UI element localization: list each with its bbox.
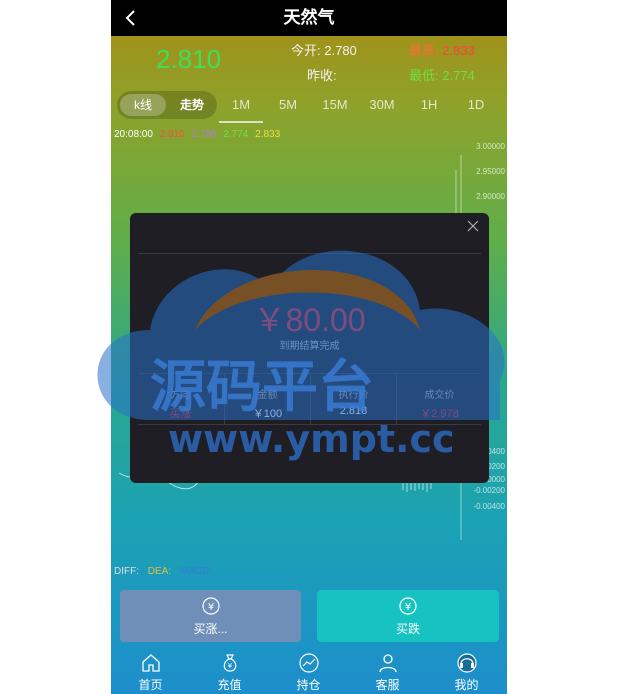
buy-down-label: 买跌 xyxy=(395,622,420,636)
active-tab-indicator xyxy=(219,121,263,123)
direction-value: 买涨 xyxy=(169,408,192,420)
close-icon[interactable] xyxy=(466,219,480,233)
app-screen: 天然气 2.810 今开: 2.780 最高: 2.833 昨收: 最低: 2.… xyxy=(111,0,507,694)
open-value: 2.780 xyxy=(324,43,357,58)
prevclose-label: 昨收: xyxy=(307,68,337,83)
nav-mine-label: 我的 xyxy=(454,678,479,692)
period-tab-1d[interactable]: 1D xyxy=(454,91,498,119)
amount-value: ￥100 xyxy=(252,408,283,420)
direction-cell: 方向 买涨 xyxy=(138,374,223,424)
chart-tabs: k线 走势 1M 5M 15M 30M 1H 1D xyxy=(111,91,507,119)
info-value-3: 2.774 xyxy=(223,129,249,140)
headset-icon xyxy=(456,653,477,673)
strike-price-header: 执行价 xyxy=(338,390,369,401)
info-value-1: 2.810 xyxy=(159,129,185,140)
info-value-2: 2.780 xyxy=(191,129,217,140)
deal-price-cell: 成交价 ￥2.978 xyxy=(396,374,482,424)
divider xyxy=(138,253,481,254)
y-tick: -0.00400 xyxy=(473,502,505,511)
user-icon xyxy=(378,654,397,673)
kline-tab[interactable]: k线 xyxy=(120,94,166,116)
info-value-4: 2.833 xyxy=(255,129,281,140)
nav-recharge-label: 充值 xyxy=(217,678,242,692)
open-label: 今开: xyxy=(291,43,321,58)
amount-cell: 金额 ￥100 xyxy=(224,374,310,424)
money-bag-icon: ¥ xyxy=(223,654,236,672)
high-label: 最高: xyxy=(409,43,439,58)
settlement-status: 到期结算完成 xyxy=(279,341,340,352)
low-price: 最低: 2.774 xyxy=(409,65,475,84)
y-tick: 3.00000 xyxy=(476,142,505,151)
page-title: 天然气 xyxy=(283,8,335,27)
top-bar: 天然气 xyxy=(111,0,507,36)
low-label: 最低: xyxy=(409,68,439,83)
direction-header: 方向 xyxy=(170,390,191,401)
settlement-amount: ￥80.00 xyxy=(253,302,366,338)
chart-trend-icon xyxy=(298,653,319,673)
nav-recharge[interactable]: ¥ 充值 xyxy=(190,648,269,694)
period-tab-1h[interactable]: 1H xyxy=(407,91,451,119)
svg-text:¥: ¥ xyxy=(405,602,411,613)
deal-price-header: 成交价 xyxy=(424,390,455,401)
y-tick: 2.90000 xyxy=(476,192,505,201)
buy-up-button[interactable]: ¥ 买涨... xyxy=(120,590,301,642)
info-time: 20:08:00 xyxy=(114,129,153,140)
ohlc-info-line: 20:08:00 2.810 2.780 2.774 2.833 xyxy=(114,129,284,140)
open-price: 今开: 2.780 xyxy=(291,40,357,59)
trend-tab[interactable]: 走势 xyxy=(169,94,215,116)
period-tab-5m[interactable]: 5M xyxy=(266,91,310,119)
period-tab-15m[interactable]: 15M xyxy=(313,91,357,119)
home-icon xyxy=(141,654,160,672)
buy-down-button[interactable]: ¥ 买跌 xyxy=(317,590,499,642)
yuan-coin-icon: ¥ xyxy=(399,597,417,615)
nav-home[interactable]: 首页 xyxy=(111,648,190,694)
deal-price-value: ￥2.978 xyxy=(420,408,459,420)
macd-dea-label: DEA: xyxy=(147,566,172,577)
bottom-nav: 首页 ¥ 充值 持仓 客服 我的 xyxy=(111,648,507,694)
order-detail-grid: 方向 买涨 金额 ￥100 执行价 2.818 成交价 ￥2.978 xyxy=(138,373,481,425)
nav-positions[interactable]: 持仓 xyxy=(269,648,348,694)
period-tab-1m[interactable]: 1M xyxy=(219,91,263,119)
low-value: 2.774 xyxy=(442,68,475,83)
nav-service-label: 客服 xyxy=(375,678,400,692)
nav-positions-label: 持仓 xyxy=(296,678,321,692)
high-price: 最高: 2.833 xyxy=(409,40,475,59)
nav-mine[interactable]: 我的 xyxy=(427,648,506,694)
nav-home-label: 首页 xyxy=(138,678,163,692)
period-tab-30m[interactable]: 30M xyxy=(360,91,404,119)
svg-text:¥: ¥ xyxy=(207,602,213,613)
prev-close: 昨收: xyxy=(307,65,337,84)
high-value: 2.833 xyxy=(442,43,475,58)
macd-diff-label: DIFF: xyxy=(114,566,139,577)
nav-service[interactable]: 客服 xyxy=(348,648,427,694)
y-tick: -0.00200 xyxy=(473,486,505,495)
yuan-coin-icon: ¥ xyxy=(201,597,220,615)
macd-legend: DIFF: DEA: MACD: xyxy=(114,566,218,577)
amount-header: 金额 xyxy=(257,390,278,401)
chart-mode-switch: k线 走势 xyxy=(117,91,217,119)
svg-text:¥: ¥ xyxy=(227,662,232,670)
macd-macd-label: MACD: xyxy=(179,566,213,577)
strike-price-cell: 执行价 2.818 xyxy=(310,374,396,424)
current-price: 2.810 xyxy=(156,44,222,74)
settlement-dialog: ￥80.00 到期结算完成 方向 买涨 金额 ￥100 执行价 2.818 成交… xyxy=(130,213,489,483)
buy-up-label: 买涨... xyxy=(193,622,228,636)
y-tick: 2.95000 xyxy=(476,167,505,176)
strike-price-value: 2.818 xyxy=(339,405,368,417)
